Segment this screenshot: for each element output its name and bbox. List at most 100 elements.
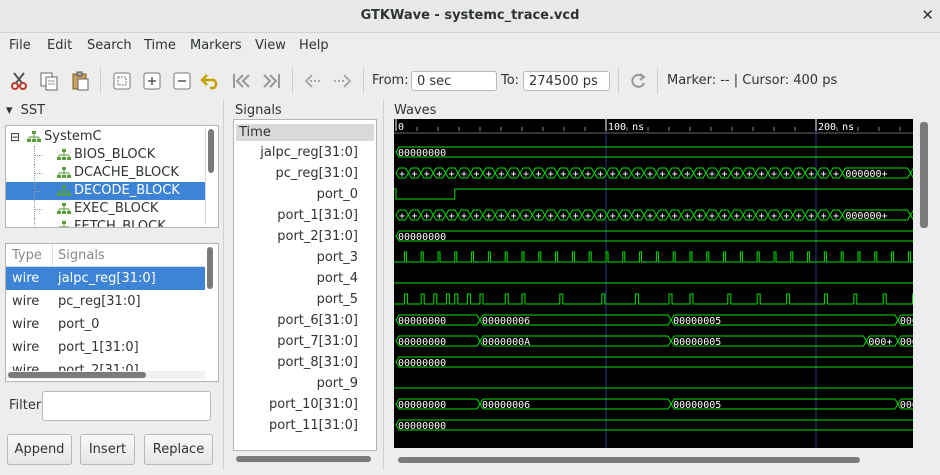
menu-search[interactable]: Search [87, 38, 132, 53]
bus-value-label: + [548, 211, 554, 222]
bus-value-label: + [523, 169, 529, 180]
signal-name: pc_reg[31:0] [58, 294, 141, 309]
tree-item-exec-block[interactable]: EXEC_BLOCK [6, 200, 206, 218]
signal-list-scrollbar[interactable] [205, 245, 215, 378]
tree-item-bios-block[interactable]: BIOS_BLOCK [6, 146, 206, 164]
bus-value-label: + [498, 169, 504, 180]
signal-name-row[interactable]: port_0 [317, 184, 358, 205]
signal-name-row[interactable]: port_11[31:0] [269, 415, 358, 436]
signals-pane: Time jalpc_reg[31:0] pc_reg[31:0] port_0 po… [233, 119, 377, 451]
signal-name-row[interactable]: port_3 [317, 247, 358, 268]
signal-name-row[interactable]: port_4 [317, 268, 358, 289]
tree-item-fetch-block[interactable]: FETCH_BLOCK [6, 218, 206, 227]
bus-segment [395, 230, 913, 242]
undo-icon[interactable] [200, 70, 222, 92]
tree-item-label: EXEC_BLOCK [74, 201, 159, 216]
waves-header: Waves [394, 103, 437, 118]
signal-name-row[interactable]: port_2[31:0] [277, 226, 358, 247]
from-input[interactable] [411, 71, 497, 91]
tree-item-label: BIOS_BLOCK [74, 147, 156, 162]
signal-name-row[interactable]: port_7[31:0] [277, 331, 358, 352]
signal-type: wire [12, 317, 40, 332]
bus-value-label: + [511, 169, 517, 180]
bus-value-label: + [597, 211, 603, 222]
reload-icon[interactable] [627, 70, 649, 92]
bus-value-label: + [833, 211, 839, 222]
signal-type: wire [12, 294, 40, 309]
bus-value-label: + [709, 211, 715, 222]
filter-input[interactable] [42, 391, 211, 421]
signal-name-row[interactable]: port_1[31:0] [277, 205, 358, 226]
signal-name-row[interactable]: pc_reg[31:0] [275, 163, 358, 184]
zoom-in-icon[interactable] [141, 70, 163, 92]
signal-type: wire [12, 340, 40, 355]
signal-list-row[interactable]: wire pc_reg[31:0] [6, 290, 206, 313]
tree-item-decode-block[interactable]: DECODE_BLOCK [6, 182, 206, 200]
paste-icon[interactable] [69, 70, 91, 92]
replace-button[interactable]: Replace [144, 434, 213, 465]
signal-name-row[interactable]: port_5 [317, 289, 358, 310]
copy-icon[interactable] [38, 70, 60, 92]
bus-value-label: + [424, 211, 430, 222]
append-button[interactable]: Append [7, 434, 72, 465]
signal-name-row[interactable]: port_10[31:0] [269, 394, 358, 415]
menu-help[interactable]: Help [299, 38, 329, 53]
to-input[interactable] [523, 71, 610, 91]
signals-column-header[interactable]: Signals [58, 248, 105, 263]
zoom-out-icon[interactable] [171, 70, 193, 92]
signal-name-row[interactable]: port_8[31:0] [277, 352, 358, 373]
tree-item-dcache-block[interactable]: DCACHE_BLOCK [6, 164, 206, 182]
bus-value-label: + [449, 169, 455, 180]
bus-value-label: + [535, 169, 541, 180]
tree-expander-icon[interactable]: ⊟ [10, 128, 20, 146]
next-edge-icon[interactable] [332, 70, 354, 92]
waves-hscrollbar-thumb[interactable] [398, 457, 860, 463]
signals-hscrollbar-thumb[interactable] [236, 456, 371, 462]
menu-file[interactable]: File [9, 38, 31, 53]
bus-value-label: + [647, 169, 653, 180]
signal-list-row[interactable]: wire port_0 [6, 313, 206, 336]
waveform-canvas[interactable]: 0 100 ns 200 ns 00000000 + + + + + + + + + + + + + + + + + + +… [394, 119, 913, 448]
ruler-label: 100 ns [608, 122, 644, 133]
signal-name-row[interactable]: port_6[31:0] [277, 310, 358, 331]
signal-list-hscrollbar[interactable] [6, 371, 205, 379]
signal-list-row[interactable]: wire jalpc_reg[31:0] [6, 267, 206, 290]
signal-list-hscrollbar-thumb[interactable] [8, 372, 146, 378]
signal-list-row[interactable]: wire port_1[31:0] [6, 336, 206, 359]
signal-list: Type Signals wire jalpc_reg[31:0]wire pc_r… [5, 243, 219, 382]
menu-edit[interactable]: Edit [47, 38, 72, 53]
zoom-end-icon[interactable] [260, 70, 282, 92]
menu-time[interactable]: Time [144, 38, 176, 53]
signal-name: port_0 [58, 317, 100, 332]
bus-segment [909, 209, 913, 221]
tree-scrollbar-thumb[interactable] [208, 129, 214, 173]
signals-header: Signals [235, 103, 282, 118]
waveform-svg[interactable]: 0 100 ns 200 ns 00000000 + + + + + + + + + + + + + + + + + + +… [394, 119, 913, 448]
zoom-fit-icon[interactable] [111, 70, 133, 92]
prev-edge-icon[interactable] [302, 70, 324, 92]
bus-value-label: + [697, 211, 703, 222]
bus-value-label: + [399, 211, 405, 222]
tree-item-systemc[interactable]: ⊟ SystemC [6, 128, 206, 146]
waves-vscrollbar-thumb[interactable] [920, 122, 928, 228]
zoom-start-icon[interactable] [231, 70, 253, 92]
menu-markers[interactable]: Markers [190, 38, 242, 53]
bus-value-label: + [672, 169, 678, 180]
bus-value-label: 00000006 [482, 316, 530, 327]
tree-scrollbar[interactable] [205, 127, 216, 225]
bus-value-label: + [511, 211, 517, 222]
signal-name-row[interactable]: port_9 [317, 373, 358, 394]
sst-header[interactable]: ▾ SST [6, 103, 45, 118]
bus-value-label: + [585, 211, 591, 222]
insert-button[interactable]: Insert [80, 434, 135, 465]
bus-value-label: + [473, 169, 479, 180]
bus-value-label: + [610, 169, 616, 180]
bus-value-label: + [635, 211, 641, 222]
menu-view[interactable]: View [255, 38, 286, 53]
bus-value-label: + [635, 169, 641, 180]
signal-name-row[interactable]: jalpc_reg[31:0] [260, 142, 358, 163]
close-icon[interactable]: ✕ [921, 6, 934, 24]
cut-icon[interactable] [9, 70, 31, 92]
signal-list-scrollbar-thumb[interactable] [207, 247, 213, 289]
type-column-header[interactable]: Type [12, 248, 42, 263]
